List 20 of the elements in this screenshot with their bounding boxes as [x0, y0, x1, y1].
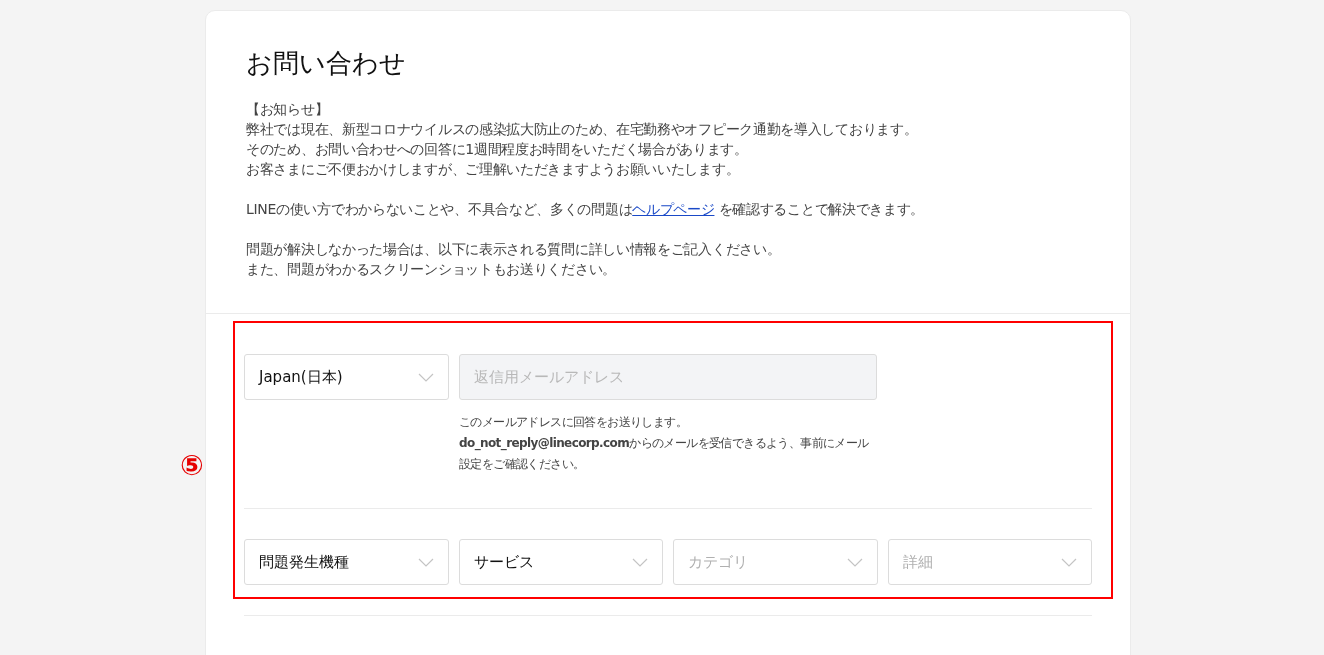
chevron-down-icon — [418, 372, 434, 382]
category-select[interactable]: 問題発生機種 — [244, 539, 449, 585]
page-title: お問い合わせ — [246, 47, 407, 80]
help-text: LINEの使い方でわからないことや、不具合など、多くの問題はヘルプページ を確認することで解決できます。 — [246, 200, 926, 219]
help-page-link[interactable]: ヘルプページ — [632, 201, 715, 217]
instruction-text: 問題が解決しなかった場合は、以下に表示される質問に詳しい情報をご記入ください。 — [246, 240, 782, 259]
email-help-text: このメールアドレスに回答をお送りします。 — [459, 414, 688, 431]
chevron-down-icon — [846, 557, 863, 567]
notice-text: 【お知らせ】 — [246, 100, 330, 119]
notice-text: お客さまにご不便おかけしますが、ご理解いただきますようお願いいたします。 — [246, 160, 741, 179]
country-select[interactable]: Japan(日本) — [244, 354, 449, 400]
notice-text: 弊社では現在、新型コロナウイルスの感染拡大防止のため、在宅勤務やオフピーク通勤を導入しております。 — [246, 120, 919, 139]
notice-text: そのため、お問い合わせへの回答に1週間程度お時間をいただく場合があります。 — [246, 140, 749, 159]
category-select[interactable]: サービス — [458, 539, 663, 585]
chevron-down-icon — [632, 557, 648, 567]
instruction-text: また、問題がわかるスクリーンショットもお送りください。 — [246, 260, 617, 279]
chevron-down-icon — [1061, 557, 1077, 567]
chevron-down-icon — [417, 557, 434, 567]
email-help-text: do_not_reply@linecorp.comからのメールを受信できるよう、事前にメール設定をご確認ください。 — [459, 435, 870, 473]
annotation-marker: ⑤ — [180, 449, 204, 483]
